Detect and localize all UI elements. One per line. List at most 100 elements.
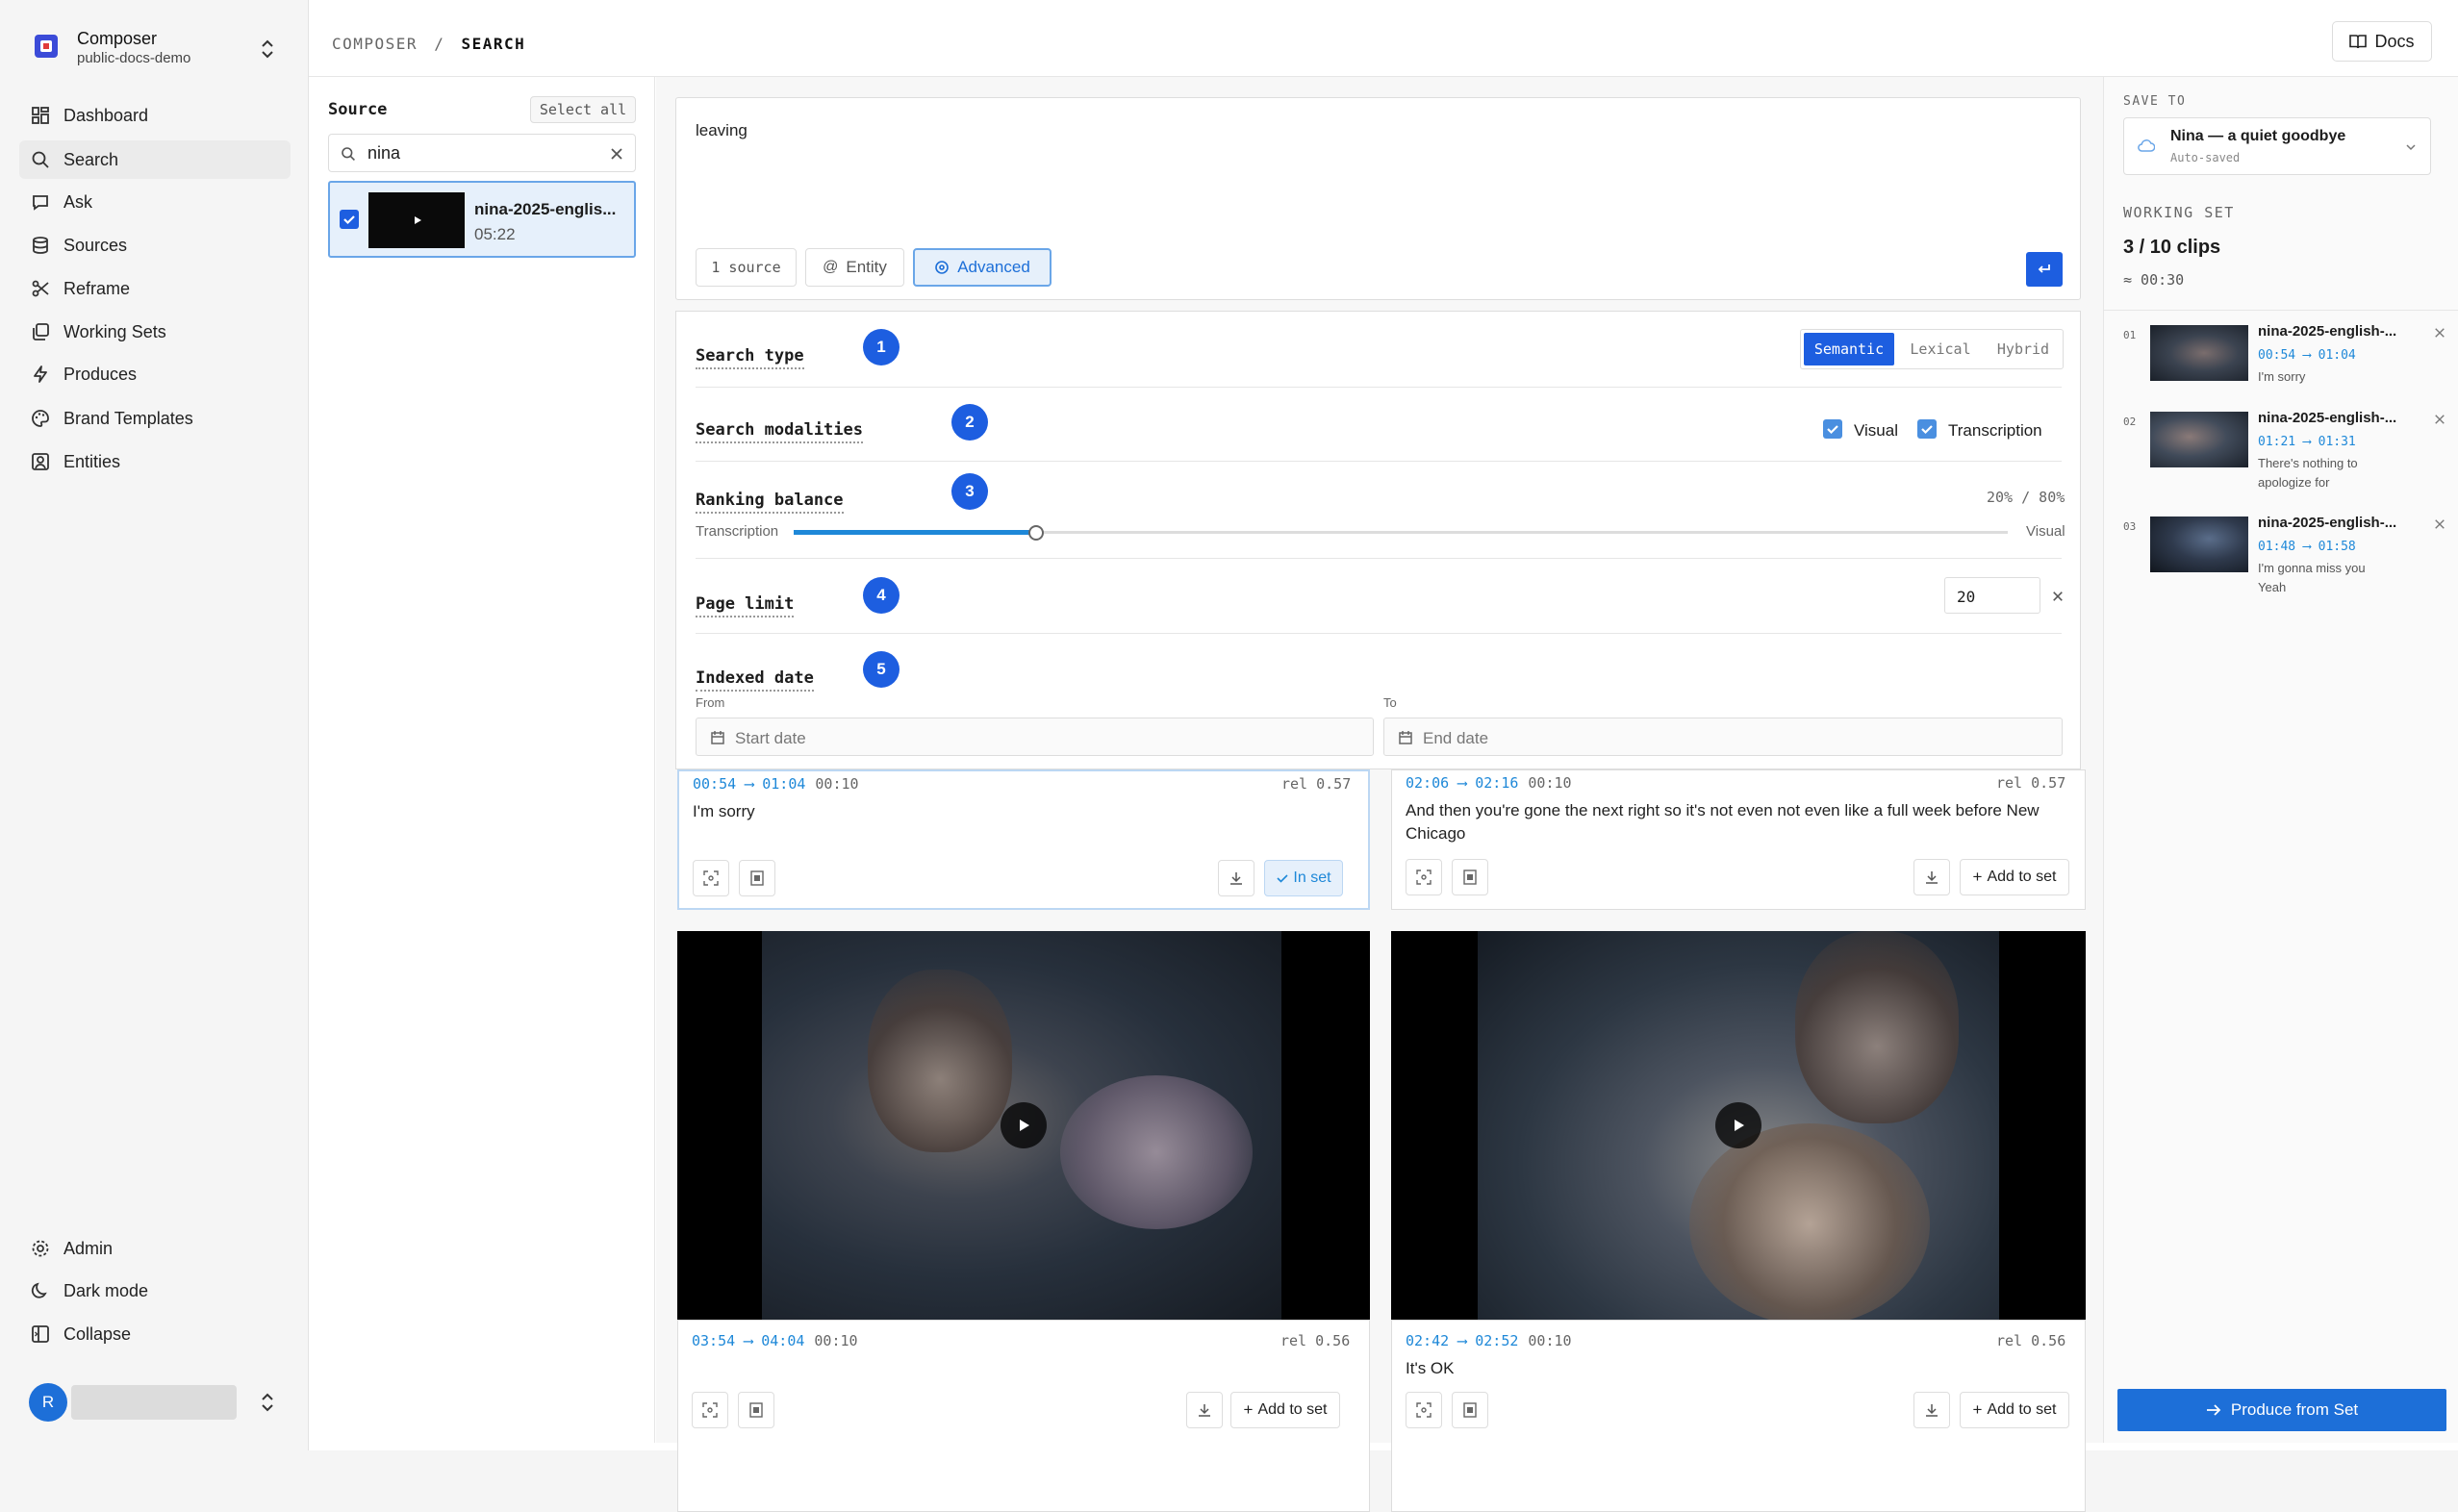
step-badge: 5 [863,651,900,688]
nav-collapse[interactable]: Collapse [19,1315,291,1353]
end-date-placeholder: End date [1423,729,1489,747]
play-icon [415,216,421,224]
calendar-icon [711,731,724,744]
download-button[interactable] [1218,860,1254,896]
reframe-button[interactable] [693,860,729,896]
result-card[interactable]: 00:54 ⟶ 01:04 00:10 rel 0.57 I'm sorry In… [677,769,1370,910]
video-thumbnail[interactable] [677,931,1370,1320]
reframe-button[interactable] [692,1392,728,1428]
download-icon [1926,871,1938,884]
advanced-chip[interactable]: Advanced [913,248,1052,287]
nav-entities[interactable]: Entities [19,442,291,481]
save-to-select[interactable]: Nina — a quiet goodbye Auto-saved [2123,117,2431,175]
result-card[interactable]: 03:54 ⟶ 04:04 00:10 rel 0.56 + Add to set [677,931,1370,1512]
save-to-set-name: Nina — a quiet goodbye [2170,128,2346,144]
query-input[interactable]: leaving [696,121,748,140]
nav-brand-templates[interactable]: Brand Templates [19,399,291,438]
header: COMPOSER / SEARCH Docs [309,0,2458,77]
add-to-set-button[interactable]: + Add to set [1960,859,2069,895]
user-menu[interactable]: R [19,1381,291,1424]
docs-button[interactable]: Docs [2332,21,2432,62]
calendar-icon [1399,731,1412,744]
transcription-checkbox[interactable] [1917,419,1937,439]
relevance-score: rel 0.56 [1280,1332,1351,1349]
reframe-button[interactable] [1406,1392,1442,1428]
download-button[interactable] [1913,1392,1950,1428]
return-icon [2038,265,2050,273]
working-set-item[interactable]: 01 nina-2025-english-... 00:54 ⟶ 01:04 I… [2104,317,2458,414]
clip-timecode: 03:54 ⟶ 04:04 00:10 [692,1332,858,1349]
start-date-input[interactable]: Start date [696,718,1374,756]
chevron-updown-icon [262,1393,273,1412]
org-workspace: public-docs-demo [77,50,191,66]
download-button[interactable] [1913,859,1950,895]
ranking-right-label: Visual [2026,523,2065,540]
working-set-item[interactable]: 03 nina-2025-english-... 01:48 ⟶ 01:58 I… [2104,509,2458,605]
search-type-segmented: Semantic Lexical Hybrid [1800,329,2064,369]
entity-chip-label: Entity [846,258,887,276]
docs-label: Docs [2374,31,2415,51]
remove-icon[interactable] [2434,518,2445,530]
working-set-item[interactable]: 02 nina-2025-english-... 01:21 ⟶ 01:31 T… [2104,404,2458,500]
film-button[interactable] [739,860,775,896]
item-number: 02 [2123,416,2137,428]
entity-chip[interactable]: @ Entity [805,248,904,287]
nav-produces[interactable]: Produces [19,355,291,393]
result-card[interactable]: 02:42 ⟶ 02:52 00:10 rel 0.56 It's OK + Ad… [1391,931,2086,1512]
film-button[interactable] [1452,859,1488,895]
visual-checkbox[interactable] [1823,419,1842,439]
nav-admin[interactable]: Admin [19,1229,291,1268]
select-all-button[interactable]: Select all [530,96,636,123]
source-name: nina-2025-englis... [474,200,617,218]
breadcrumb-root[interactable]: COMPOSER [332,35,418,53]
database-icon [33,237,48,254]
video-thumbnail[interactable] [1391,931,2086,1320]
nav-reframe[interactable]: Reframe [19,269,291,308]
page-limit-input[interactable]: 20 [1944,577,2040,614]
in-set-button[interactable]: In set [1264,860,1343,896]
play-button[interactable] [1001,1102,1047,1148]
film-button[interactable] [738,1392,774,1428]
org-switcher[interactable]: Composer public-docs-demo [19,21,291,75]
breadcrumb-separator: / [434,35,445,53]
film-button[interactable] [1452,1392,1488,1428]
save-to-label: SAVE TO [2123,94,2187,109]
download-icon [1926,1404,1938,1417]
source-item[interactable]: nina-2025-englis... 05:22 [328,181,636,258]
nav-working-sets[interactable]: Working Sets [19,313,291,351]
end-date-input[interactable]: End date [1383,718,2063,756]
download-button[interactable] [1186,1392,1223,1428]
add-to-set-button[interactable]: + Add to set [1960,1392,2069,1428]
clear-icon[interactable] [2052,591,2064,602]
at-icon: @ [823,259,839,275]
source-checkbox[interactable] [340,210,359,229]
search-type-lexical[interactable]: Lexical [1897,333,1984,365]
item-thumbnail [2150,517,2248,572]
add-to-set-button[interactable]: + Add to set [1230,1392,1340,1428]
nav-dashboard[interactable]: Dashboard [19,96,291,135]
play-button[interactable] [1715,1102,1761,1148]
submit-button[interactable] [2026,252,2063,287]
start-date-placeholder: Start date [735,729,806,747]
clear-icon[interactable] [610,147,623,161]
divider [696,461,2062,462]
search-panel: leaving 1 source @ Entity Advanced Searc… [656,77,2109,1512]
to-label: To [1383,695,1397,710]
remove-icon[interactable] [2434,327,2445,339]
search-type-hybrid[interactable]: Hybrid [1984,333,2063,365]
nav-ask[interactable]: Ask [19,183,291,221]
relevance-score: rel 0.56 [1996,1332,2066,1349]
source-filter[interactable]: nina [328,134,636,172]
source-count-chip[interactable]: 1 source [696,248,797,287]
reframe-button[interactable] [1406,859,1442,895]
nav-sources[interactable]: Sources [19,226,291,265]
nav-dark-mode[interactable]: Dark mode [19,1272,291,1310]
search-type-semantic[interactable]: Semantic [1804,333,1894,365]
produce-button[interactable]: Produce from Set [2117,1389,2446,1431]
result-card[interactable]: 02:06 ⟶ 02:16 00:10 rel 0.57 And then you… [1391,769,2086,910]
panel-icon [32,1325,49,1343]
ranking-slider[interactable] [794,525,2008,541]
remove-icon[interactable] [2434,414,2445,425]
slider-thumb[interactable] [1028,525,1045,541]
nav-search[interactable]: Search [19,140,291,179]
